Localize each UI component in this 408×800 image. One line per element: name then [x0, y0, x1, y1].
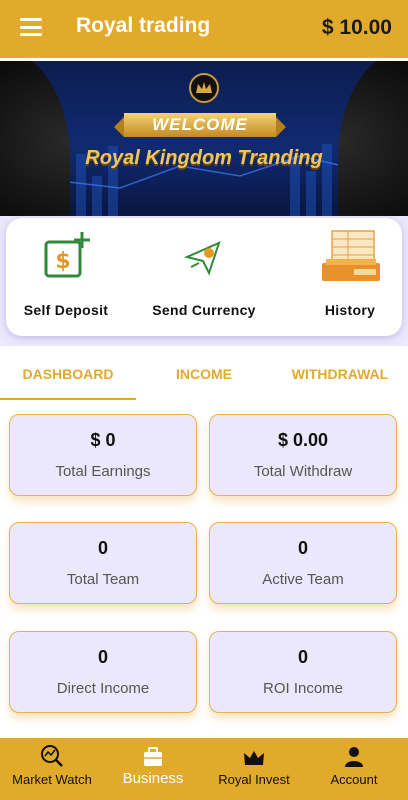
- quick-action-label: Send Currency: [152, 302, 256, 318]
- send-currency-button[interactable]: Send Currency: [144, 228, 264, 328]
- stat-label: ROI Income: [262, 680, 344, 697]
- quick-action-label: History: [324, 302, 376, 318]
- bottom-navigation: Market Watch Business Royal Invest Accou…: [0, 738, 408, 800]
- market-watch-icon: [41, 745, 63, 767]
- dashboard-tabs: DASHBOARD INCOME WITHDRAWAL: [0, 356, 408, 400]
- app-title: Royal trading: [76, 14, 211, 37]
- stat-value: 0: [97, 538, 108, 558]
- stat-label: Direct Income: [56, 680, 150, 697]
- nav-label: Royal Invest: [218, 772, 290, 787]
- wallet-balance: $ 10.00: [321, 16, 392, 39]
- stat-value: $ 0: [90, 430, 116, 450]
- nav-business[interactable]: Business: [102, 738, 204, 800]
- stat-value: $ 0.00: [277, 430, 329, 450]
- tab-dashboard[interactable]: DASHBOARD: [0, 356, 136, 400]
- nav-account[interactable]: Account: [304, 738, 404, 800]
- tab-withdrawal[interactable]: WITHDRAWAL: [272, 356, 408, 400]
- welcome-banner: WELCOME Royal Kingdom Tranding: [0, 58, 408, 216]
- stat-label: Total Earnings: [55, 463, 151, 480]
- stat-card-total-team: 0 Total Team: [9, 522, 197, 604]
- stat-value: 0: [97, 647, 108, 667]
- curtain-right-decoration: [338, 61, 408, 216]
- crown-icon: [244, 751, 264, 765]
- self-deposit-button[interactable]: $ Self Deposit: [6, 228, 126, 328]
- stat-card-total-withdraw: $ 0.00 Total Withdraw: [209, 414, 397, 496]
- tab-income[interactable]: INCOME: [136, 356, 272, 400]
- stat-card-direct-income: 0 Direct Income: [9, 631, 197, 713]
- nav-royal-invest[interactable]: Royal Invest: [204, 738, 304, 800]
- nav-label: Market Watch: [12, 772, 92, 787]
- user-icon: [345, 747, 363, 767]
- briefcase-icon: [144, 747, 162, 766]
- history-button[interactable]: History: [290, 228, 408, 328]
- stat-card-active-team: 0 Active Team: [209, 522, 397, 604]
- stat-card-total-earnings: $ 0 Total Earnings: [9, 414, 197, 496]
- hamburger-menu-icon[interactable]: [20, 18, 42, 36]
- welcome-ribbon: WELCOME: [114, 113, 286, 137]
- stat-label: Active Team: [262, 571, 344, 588]
- stat-card-roi-income: 0 ROI Income: [209, 631, 397, 713]
- nav-label: Business: [122, 770, 184, 787]
- send-currency-icon: [183, 241, 221, 276]
- stat-label: Total Team: [66, 571, 140, 588]
- stat-value: 0: [297, 647, 308, 667]
- royal-logo-icon: [189, 73, 219, 103]
- dollar-plus-icon: $: [44, 232, 90, 278]
- banner-subtitle: Royal Kingdom Tranding: [85, 147, 323, 169]
- quick-action-label: Self Deposit: [23, 302, 109, 318]
- stat-label: Total Withdraw: [253, 463, 353, 480]
- top-app-bar: Royal trading $ 10.00: [0, 0, 408, 58]
- stat-value: 0: [297, 538, 308, 558]
- passbook-icon: [322, 230, 380, 281]
- nav-market-watch[interactable]: Market Watch: [2, 738, 102, 800]
- curtain-left-decoration: [0, 61, 70, 216]
- quick-actions-card: $ Self Deposit Send Currency History: [6, 218, 402, 336]
- svg-text:$: $: [55, 249, 70, 274]
- nav-label: Account: [330, 772, 378, 787]
